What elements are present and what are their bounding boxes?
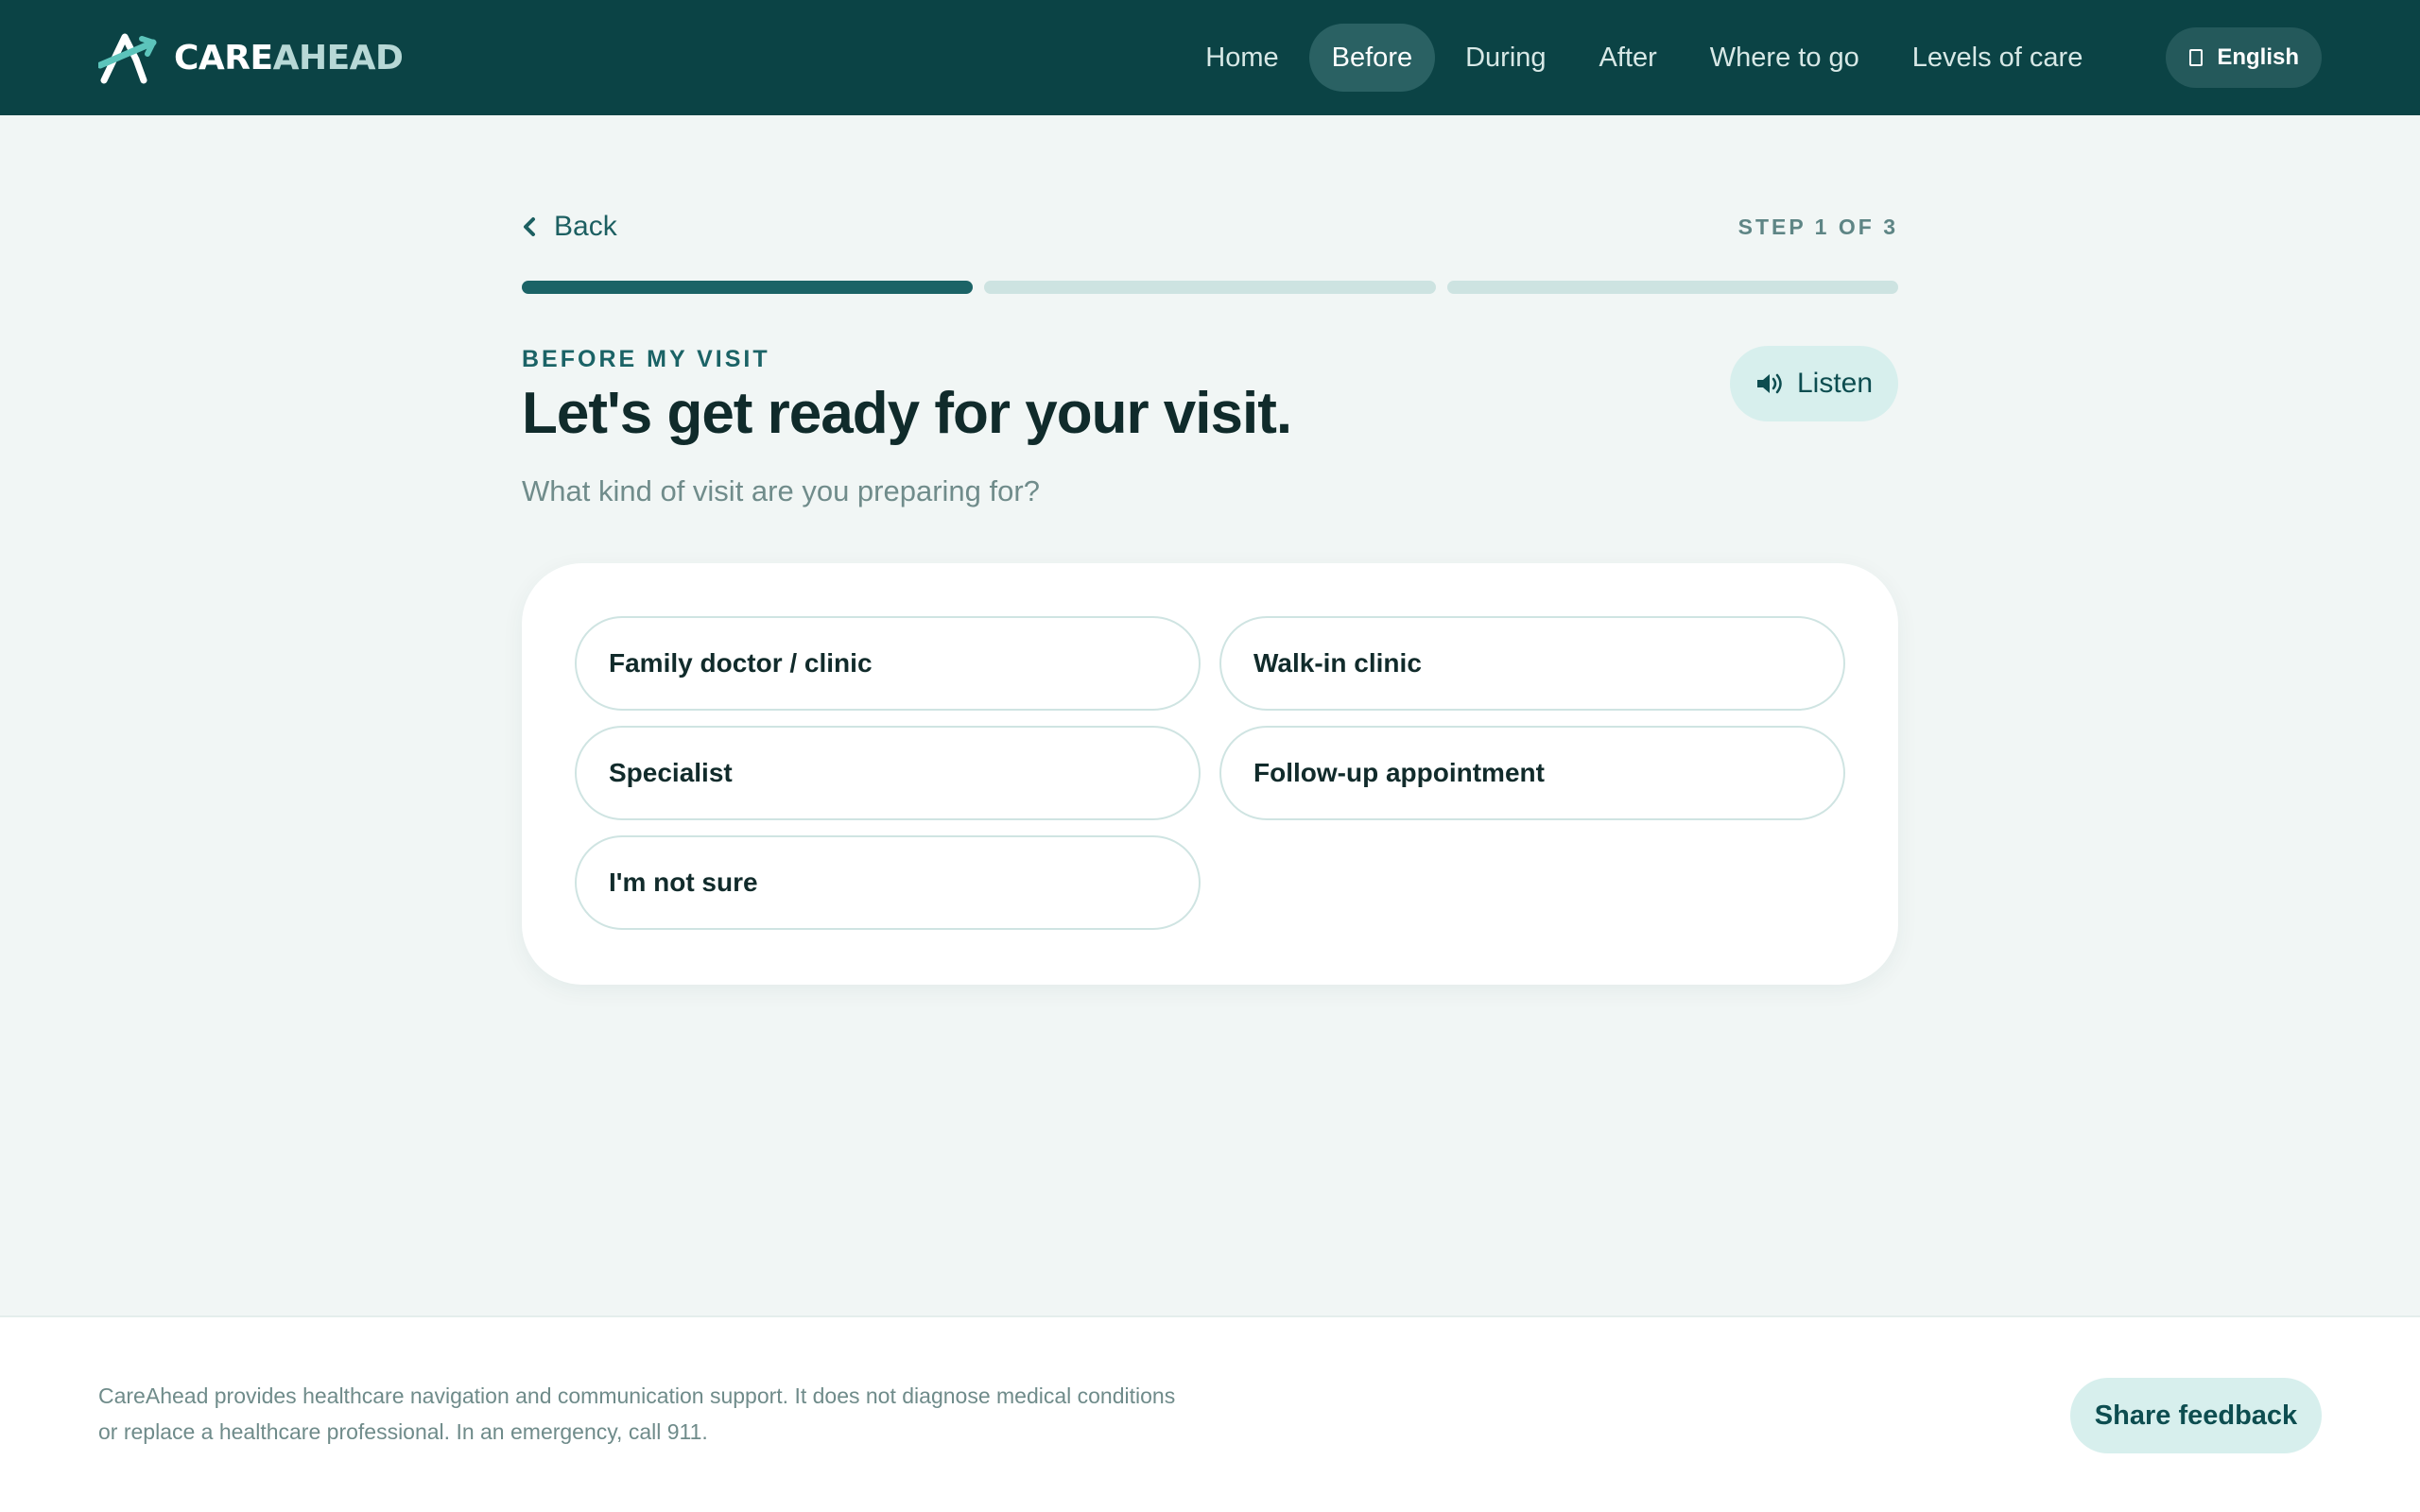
language-label: English: [2217, 44, 2299, 70]
step-indicator: STEP 1 OF 3: [1737, 214, 1898, 239]
careahead-logo-icon: [98, 33, 157, 84]
disclaimer: CareAhead provides healthcare navigation…: [98, 1378, 1214, 1450]
option-family-doctor[interactable]: Family doctor / clinic: [575, 616, 1201, 711]
back-link[interactable]: Back: [522, 211, 617, 243]
listen-label: Listen: [1796, 368, 1874, 399]
progress-segment-2: [984, 281, 1436, 294]
disclaimer-line-1: CareAhead provides healthcare navigation…: [98, 1383, 1176, 1408]
option-specialist[interactable]: Specialist: [575, 726, 1201, 820]
main-nav: Home Before During After Where to go Lev…: [1183, 24, 2105, 92]
share-feedback-button[interactable]: Share feedback: [2070, 1378, 2322, 1453]
nav-item-before[interactable]: Before: [1308, 24, 1436, 92]
chevron-left-icon: [524, 217, 535, 236]
nav-item-during[interactable]: During: [1443, 24, 1568, 92]
progress-segment-1: [522, 281, 974, 294]
nav-item-after[interactable]: After: [1577, 24, 1680, 92]
section-eyebrow: BEFORE MY VISIT: [522, 346, 770, 372]
nav-item-home[interactable]: Home: [1183, 24, 1301, 92]
question-text: What kind of visit are you preparing for…: [522, 474, 1040, 507]
progress-bar: [522, 281, 1898, 294]
nav-item-where-to-go[interactable]: Where to go: [1687, 24, 1882, 92]
footer: CareAhead provides healthcare navigation…: [0, 1315, 2420, 1512]
speaker-icon: [1756, 373, 1782, 394]
disclaimer-line-2: or replace a healthcare professional. In…: [98, 1419, 708, 1444]
visit-type-options: Family doctor / clinic Walk-in clinic Sp…: [575, 616, 1845, 930]
page: CAREAHEAD Home Before During After Where…: [0, 0, 2420, 1512]
brand-name: CAREAHEAD: [174, 38, 404, 77]
nav-item-levels-of-care[interactable]: Levels of care: [1890, 24, 2106, 92]
language-button[interactable]: English: [2166, 27, 2322, 88]
page-title: Let's get ready for your visit.: [522, 381, 1292, 446]
visit-type-card: Family doctor / clinic Walk-in clinic Sp…: [522, 563, 1898, 985]
brand[interactable]: CAREAHEAD: [98, 31, 404, 84]
option-follow-up[interactable]: Follow-up appointment: [1219, 726, 1845, 820]
listen-button[interactable]: Listen: [1730, 346, 1898, 421]
progress-segment-3: [1446, 281, 1898, 294]
option-not-sure[interactable]: I'm not sure: [575, 835, 1201, 930]
top-navigation-bar: CAREAHEAD Home Before During After Where…: [0, 0, 2420, 115]
step-topbar: Back STEP 1 OF 3: [522, 206, 1898, 248]
back-label: Back: [554, 211, 617, 242]
option-walk-in-clinic[interactable]: Walk-in clinic: [1219, 616, 1845, 711]
globe-icon: [2189, 49, 2204, 66]
